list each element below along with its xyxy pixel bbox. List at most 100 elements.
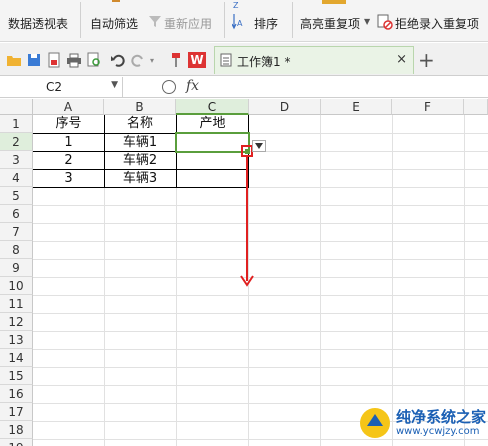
print-icon[interactable] — [66, 52, 82, 68]
ribbon-separator — [292, 2, 293, 38]
watermark-logo-icon — [360, 408, 390, 438]
gridline-horizontal — [33, 295, 488, 296]
gridline-horizontal — [33, 385, 488, 386]
gridline-vertical — [464, 115, 465, 446]
cell-c4[interactable] — [176, 170, 249, 188]
print-preview-icon[interactable] — [86, 52, 102, 68]
close-tab-icon[interactable]: × — [396, 52, 407, 67]
watermark: 纯净系统之家 www.ycwjzy.com — [356, 404, 486, 444]
row-header-10[interactable]: 10 — [0, 277, 33, 295]
chevron-down-icon[interactable]: ▼ — [364, 17, 370, 26]
column-header-a[interactable]: A — [33, 99, 104, 115]
active-cell-selection[interactable] — [175, 132, 250, 153]
formula-bar: C2 ▼ fx — [0, 77, 488, 98]
row-header-18[interactable]: 18 — [0, 421, 33, 439]
name-box[interactable]: C2 ▼ — [0, 77, 123, 98]
folder-icon[interactable] — [6, 52, 22, 68]
row-header-6[interactable]: 6 — [0, 205, 33, 223]
row-header-12[interactable]: 12 — [0, 313, 33, 331]
column-header-c[interactable]: C — [176, 99, 249, 115]
drag-arrow-line — [246, 157, 248, 281]
export-pdf-icon[interactable] — [46, 52, 62, 68]
ribbon-separator — [224, 2, 225, 38]
cell-b3[interactable]: 车辆2 — [104, 152, 176, 170]
column-header-d[interactable]: D — [249, 99, 321, 115]
undo-icon[interactable] — [110, 52, 126, 68]
highlight-icon — [322, 0, 346, 4]
chevron-down-icon[interactable]: ▼ — [111, 80, 118, 90]
select-all-corner[interactable] — [0, 99, 33, 115]
row-header-19[interactable]: 19 — [0, 439, 33, 446]
reapply-label: 重新应用 — [164, 17, 213, 31]
tab-workbook[interactable]: 工作簿1 * × — [214, 46, 414, 74]
format-painter-icon[interactable] — [168, 52, 184, 68]
gridline-horizontal — [33, 277, 488, 278]
reject-duplicates-label: 拒绝录入重复项 — [395, 17, 480, 31]
gridline-horizontal — [33, 367, 488, 368]
cell-b4[interactable]: 车辆3 — [104, 170, 176, 188]
reapply-button[interactable]: 重新应用 — [148, 0, 218, 42]
filter-icon — [112, 0, 120, 2]
row-header-2[interactable]: 2 — [0, 133, 33, 151]
row-header-11[interactable]: 11 — [0, 295, 33, 313]
gridline-vertical — [392, 115, 393, 446]
column-header-g[interactable] — [464, 99, 488, 115]
gridline-horizontal — [33, 349, 488, 350]
wps-logo-icon[interactable]: W — [188, 52, 206, 68]
cell-a2[interactable]: 1 — [33, 134, 104, 152]
autofilter-button[interactable]: 自动筛选 — [90, 0, 146, 42]
cell-a3[interactable]: 2 — [33, 152, 104, 170]
formula-input[interactable] — [212, 77, 488, 98]
row-header-8[interactable]: 8 — [0, 241, 33, 259]
column-header-e[interactable]: E — [321, 99, 392, 115]
ribbon-separator — [80, 2, 81, 38]
cell-a4[interactable]: 3 — [33, 170, 104, 188]
tab-title: 工作簿1 * — [237, 55, 291, 69]
column-header-f[interactable]: F — [392, 99, 464, 115]
cell-b2[interactable]: 车辆1 — [104, 134, 176, 152]
cell-c1[interactable]: 产地 — [176, 115, 249, 133]
autofilter-label: 自动筛选 — [90, 17, 139, 31]
name-box-value: C2 — [46, 80, 63, 94]
chevron-down-icon[interactable]: ▾ — [150, 56, 154, 65]
autofill-options-button[interactable] — [252, 140, 266, 152]
cell-c3[interactable] — [176, 152, 249, 170]
row-header-13[interactable]: 13 — [0, 331, 33, 349]
row-header-3[interactable]: 3 — [0, 151, 33, 169]
watermark-title: 纯净系统之家 — [396, 408, 487, 426]
column-header-b[interactable]: B — [104, 99, 176, 115]
gridline-horizontal — [33, 313, 488, 314]
cell-b1[interactable]: 名称 — [104, 115, 176, 133]
gridline-horizontal — [33, 259, 488, 260]
watermark-url: www.ycwjzy.com — [396, 426, 480, 437]
sort-button[interactable]: Z A 排序 — [232, 0, 282, 42]
row-header-15[interactable]: 15 — [0, 367, 33, 385]
row-header-16[interactable]: 16 — [0, 385, 33, 403]
highlight-duplicates-button[interactable]: 高亮重复项 ▼ — [300, 0, 374, 42]
gridline-horizontal — [33, 331, 488, 332]
gridline-horizontal — [33, 241, 488, 242]
pivot-table-label: 数据透视表 — [8, 17, 69, 31]
row-header-17[interactable]: 17 — [0, 403, 33, 421]
new-tab-icon[interactable]: + — [418, 48, 435, 72]
row-header-5[interactable]: 5 — [0, 187, 33, 205]
svg-text:Z: Z — [233, 1, 239, 10]
row-header-9[interactable]: 9 — [0, 259, 33, 277]
highlight-duplicates-label: 高亮重复项 — [300, 17, 361, 31]
row-header-4[interactable]: 4 — [0, 169, 33, 187]
pivot-table-button[interactable]: 数据透视表 — [8, 0, 74, 42]
row-header-14[interactable]: 14 — [0, 349, 33, 367]
fx-icon[interactable]: fx — [186, 78, 199, 94]
row-header-1[interactable]: 1 — [0, 115, 33, 133]
row-header-7[interactable]: 7 — [0, 223, 33, 241]
reapply-filter-icon — [149, 16, 161, 27]
zoom-icon[interactable] — [162, 80, 176, 94]
arrow-down-icon — [240, 275, 254, 287]
sort-label: 排序 — [254, 17, 279, 31]
spreadsheet-doc-icon — [220, 53, 232, 67]
reject-duplicates-button[interactable]: 拒绝录入重复项 — [377, 0, 488, 42]
cell-a1[interactable]: 序号 — [33, 115, 104, 133]
save-icon[interactable] — [26, 52, 42, 68]
reject-duplicates-icon — [377, 14, 393, 30]
redo-icon[interactable] — [130, 52, 146, 68]
